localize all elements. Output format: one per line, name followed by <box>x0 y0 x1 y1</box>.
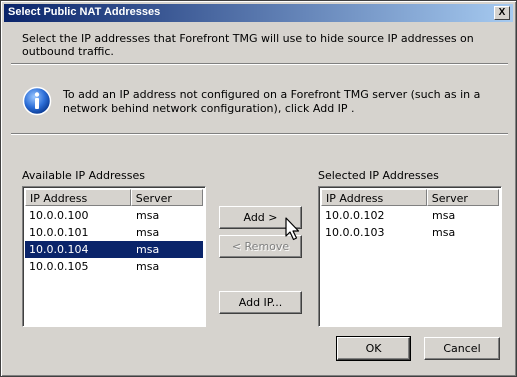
ok-button[interactable]: OK <box>336 336 411 361</box>
dialog-title: Select Public NAT Addresses <box>8 6 161 18</box>
divider-middle <box>11 133 508 135</box>
divider-top <box>11 63 508 65</box>
dialog-window: Select Public NAT Addresses X Select the… <box>0 0 517 377</box>
list-item-selected[interactable]: 10.0.0.104 msa <box>25 241 203 258</box>
list-item[interactable]: 10.0.0.103 msa <box>321 224 499 241</box>
column-header-ip[interactable]: IP Address <box>25 189 131 206</box>
selected-ip-list[interactable]: IP Address Server 10.0.0.102 msa 10.0.0.… <box>318 186 502 327</box>
info-text: To add an IP address not configured on a… <box>63 88 481 115</box>
list-item[interactable]: 10.0.0.105 msa <box>25 258 203 275</box>
list-item[interactable]: 10.0.0.100 msa <box>25 207 203 224</box>
intro-text: Select the IP addresses that Forefront T… <box>22 32 474 58</box>
selected-list-label: Selected IP Addresses <box>318 169 439 182</box>
column-header-ip[interactable]: IP Address <box>321 189 427 206</box>
available-list-header: IP Address Server <box>25 189 203 206</box>
close-button[interactable]: X <box>494 6 510 20</box>
list-item[interactable]: 10.0.0.101 msa <box>25 224 203 241</box>
cancel-button[interactable]: Cancel <box>424 337 500 360</box>
add-ip-button[interactable]: Add IP... <box>219 291 302 314</box>
title-bar[interactable]: Select Public NAT Addresses X <box>4 4 513 22</box>
info-icon <box>22 86 52 116</box>
column-header-server[interactable]: Server <box>426 189 499 206</box>
mouse-pointer-icon <box>285 217 300 241</box>
available-list-label: Available IP Addresses <box>22 169 145 182</box>
list-item[interactable]: 10.0.0.102 msa <box>321 207 499 224</box>
column-header-server[interactable]: Server <box>130 189 203 206</box>
selected-list-header: IP Address Server <box>321 189 499 206</box>
available-ip-list[interactable]: IP Address Server 10.0.0.100 msa 10.0.0.… <box>22 186 206 327</box>
